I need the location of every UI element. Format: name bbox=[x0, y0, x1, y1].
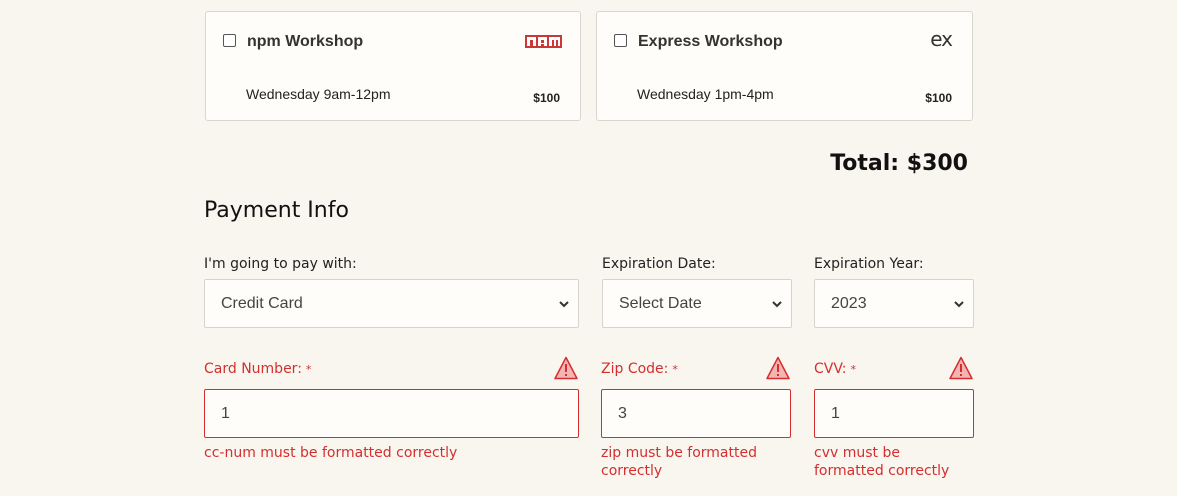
warning-icon bbox=[766, 356, 790, 380]
cvv-value: 1 bbox=[831, 405, 840, 422]
workshop-schedule: Wednesday 9am-12pm bbox=[246, 86, 391, 102]
warning-icon bbox=[554, 356, 578, 380]
chevron-down-icon bbox=[772, 301, 782, 308]
workshop-price: $100 bbox=[925, 91, 952, 105]
cvv-error: cvv must be formatted correctly bbox=[814, 445, 950, 479]
workshop-price: $100 bbox=[533, 91, 560, 105]
zip-code-error: zip must be formatted correctly bbox=[601, 445, 757, 479]
warning-icon bbox=[949, 356, 973, 380]
zip-code-input[interactable]: 3 bbox=[601, 389, 791, 438]
workshop-title: Express Workshop bbox=[638, 33, 783, 50]
chevron-down-icon bbox=[559, 301, 569, 308]
payment-info-heading: Payment Info bbox=[204, 198, 349, 223]
expiration-year-select[interactable]: 2023 bbox=[814, 279, 974, 328]
cvv-input[interactable]: 1 bbox=[814, 389, 974, 438]
express-workshop-checkbox[interactable] bbox=[614, 34, 627, 47]
total-cost: Total: $300 bbox=[830, 151, 968, 176]
card-number-input[interactable]: 1 bbox=[204, 389, 579, 438]
required-marker: * bbox=[305, 363, 312, 376]
workshop-card-npm[interactable]: npm Workshop Wednesday 9am-12pm $100 bbox=[205, 11, 581, 121]
expiration-date-select[interactable]: Select Date bbox=[602, 279, 792, 328]
express-logo-icon: ex bbox=[930, 27, 953, 51]
workshop-title: npm Workshop bbox=[247, 33, 364, 50]
payment-method-label: I'm going to pay with: bbox=[204, 256, 357, 272]
npm-workshop-checkbox[interactable] bbox=[223, 34, 236, 47]
payment-method-select[interactable]: Credit Card bbox=[204, 279, 579, 328]
card-number-error: cc-num must be formatted correctly bbox=[204, 445, 458, 461]
npm-logo-icon bbox=[525, 35, 562, 48]
expiration-year-label: Expiration Year: bbox=[814, 256, 924, 272]
cvv-label: CVV: * bbox=[814, 361, 857, 377]
chevron-down-icon bbox=[954, 301, 964, 308]
required-marker: * bbox=[850, 363, 857, 376]
payment-method-value: Credit Card bbox=[221, 295, 303, 312]
card-number-value: 1 bbox=[221, 405, 230, 422]
zip-code-label: Zip Code: * bbox=[601, 361, 678, 377]
workshop-schedule: Wednesday 1pm-4pm bbox=[637, 86, 774, 102]
zip-code-value: 3 bbox=[618, 405, 627, 422]
expiration-date-value: Select Date bbox=[619, 295, 702, 312]
required-marker: * bbox=[672, 363, 678, 376]
card-number-label: Card Number: * bbox=[204, 361, 312, 377]
expiration-year-value: 2023 bbox=[831, 295, 867, 312]
expiration-date-label: Expiration Date: bbox=[602, 256, 716, 272]
workshop-card-express[interactable]: Express Workshop ex Wednesday 1pm-4pm $1… bbox=[596, 11, 973, 121]
